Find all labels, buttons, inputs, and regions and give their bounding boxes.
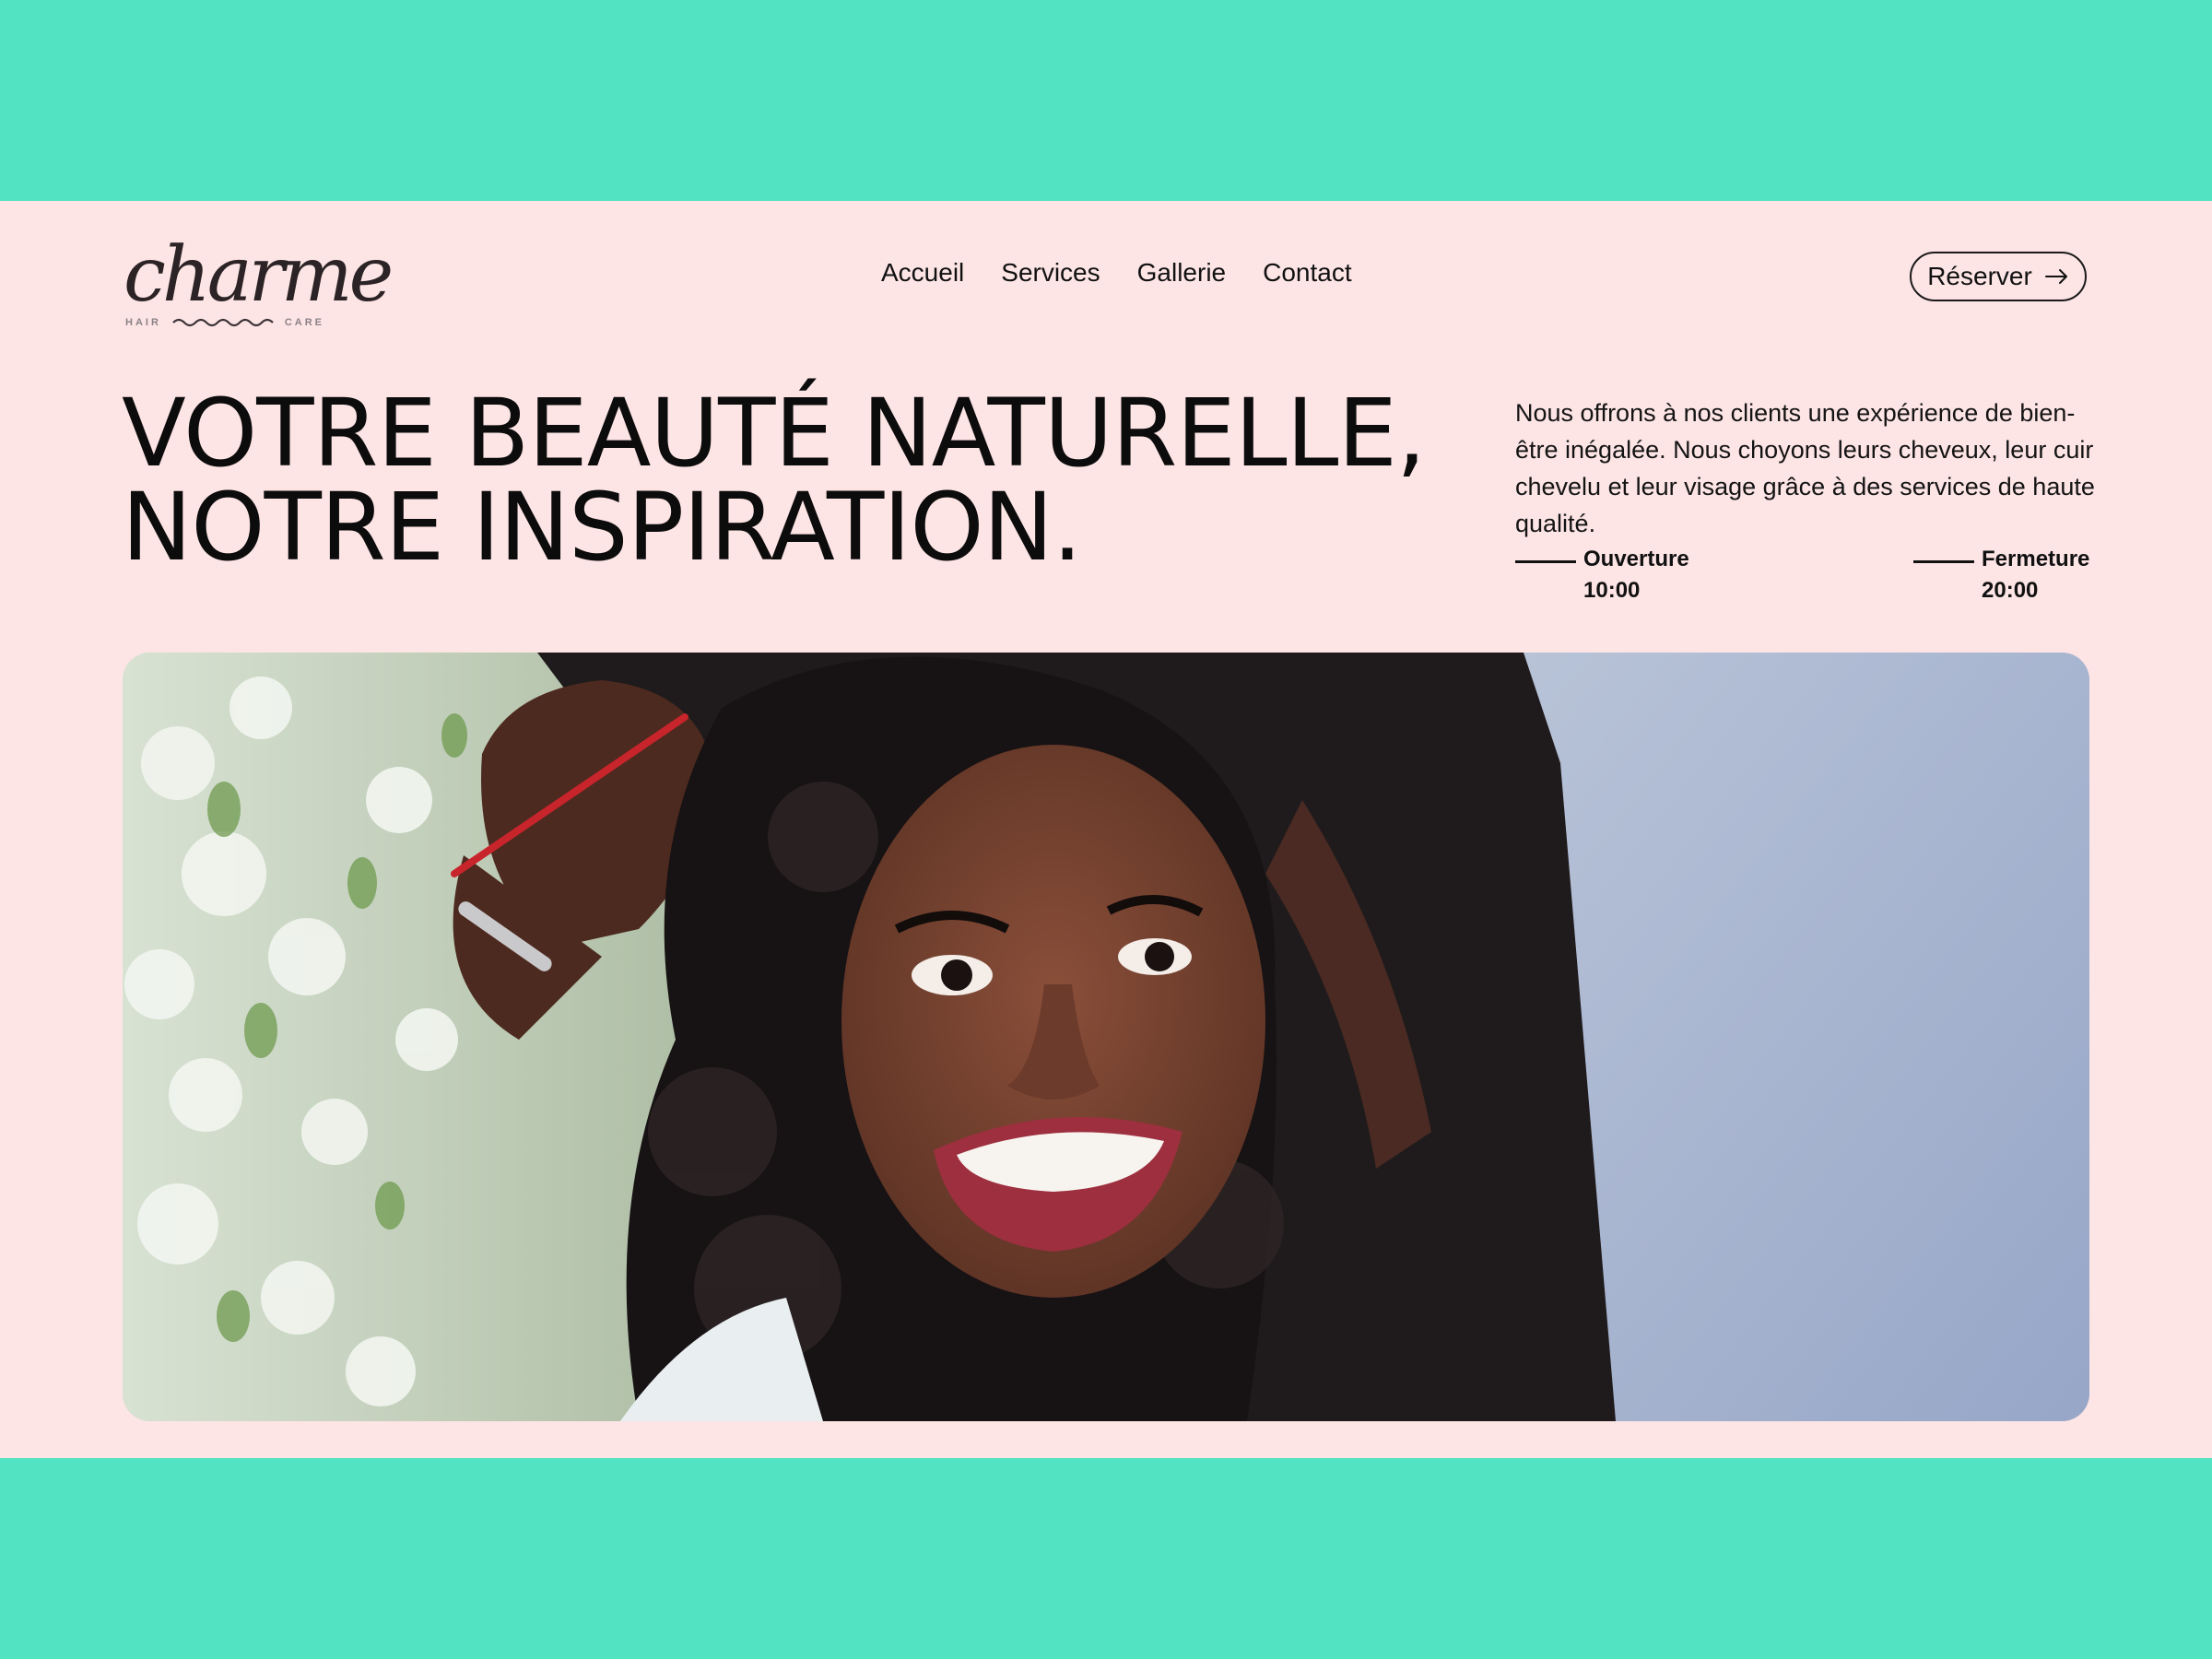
nav-item-contact[interactable]: Contact bbox=[1263, 256, 1352, 293]
hero-photo bbox=[123, 653, 2089, 1421]
hero-headline: VOTRE BEAUTÉ NATURELLE, NOTRE INSPIRATIO… bbox=[122, 379, 1426, 582]
brand-logo[interactable]: charme HAIR CARE bbox=[124, 238, 394, 339]
logo-tagline-right: CARE bbox=[284, 317, 324, 328]
page-frame: charme HAIR CARE Accueil Services Galler… bbox=[0, 201, 2212, 1458]
hero-intro: Nous offrons à nos clients une expérienc… bbox=[1515, 399, 2095, 537]
main-nav: Accueil Services Gallerie Contact bbox=[881, 256, 1352, 293]
hero-headline-line1: VOTRE BEAUTÉ NATURELLE, bbox=[122, 379, 1426, 488]
closing-time: 20:00 bbox=[1982, 578, 2039, 603]
hero-photo-illustration bbox=[123, 653, 2089, 1421]
nav-item-accueil[interactable]: Accueil bbox=[881, 256, 964, 293]
nav-item-services[interactable]: Services bbox=[1001, 256, 1100, 293]
opening-label: Ouverture bbox=[1583, 547, 1689, 571]
divider-line bbox=[1515, 560, 1576, 563]
logo-tagline: HAIR CARE bbox=[125, 315, 324, 334]
arrow-right-icon bbox=[2044, 269, 2067, 284]
reserve-button[interactable]: Réserver bbox=[1910, 252, 2087, 301]
opening-time: 10:00 bbox=[1583, 578, 1641, 603]
nav-item-gallerie[interactable]: Gallerie bbox=[1137, 256, 1226, 293]
closing-label: Fermeture bbox=[1982, 547, 2090, 571]
wave-icon bbox=[172, 318, 274, 327]
hero-headline-line2: NOTRE INSPIRATION. bbox=[122, 473, 1082, 582]
divider-line bbox=[1913, 560, 1974, 563]
logo-tagline-left: HAIR bbox=[125, 317, 161, 328]
reserve-button-label: Réserver bbox=[1927, 262, 2032, 290]
logo-wordmark: charme bbox=[124, 231, 394, 319]
